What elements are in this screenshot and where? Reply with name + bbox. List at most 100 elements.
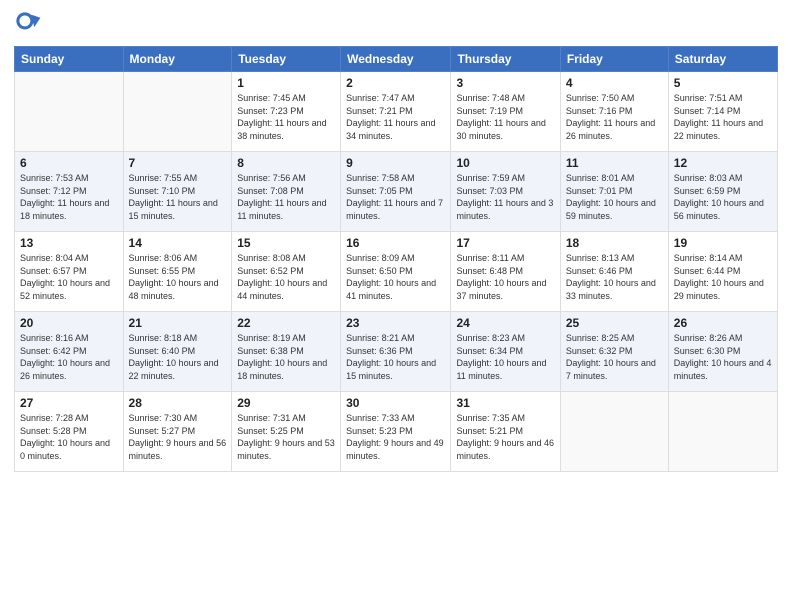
header [14,10,778,38]
day-number: 4 [566,76,663,90]
day-info: Sunrise: 8:03 AM Sunset: 6:59 PM Dayligh… [674,172,772,222]
calendar-cell [123,72,232,152]
day-number: 18 [566,236,663,250]
main-container: SundayMondayTuesdayWednesdayThursdayFrid… [0,0,792,482]
calendar-cell: 27 Sunrise: 7:28 AM Sunset: 5:28 PM Dayli… [15,392,124,472]
day-number: 21 [129,316,227,330]
calendar-cell: 11 Sunrise: 8:01 AM Sunset: 7:01 PM Dayli… [560,152,668,232]
calendar-cell: 16 Sunrise: 8:09 AM Sunset: 6:50 PM Dayli… [341,232,451,312]
day-number: 11 [566,156,663,170]
calendar-cell: 28 Sunrise: 7:30 AM Sunset: 5:27 PM Dayli… [123,392,232,472]
day-number: 10 [456,156,554,170]
calendar-header-row: SundayMondayTuesdayWednesdayThursdayFrid… [15,47,778,72]
day-info: Sunrise: 8:21 AM Sunset: 6:36 PM Dayligh… [346,332,445,382]
day-number: 5 [674,76,772,90]
calendar-cell: 1 Sunrise: 7:45 AM Sunset: 7:23 PM Daylig… [232,72,341,152]
calendar-cell: 4Sunrise: 7:50 AM Sunset: 7:16 PM Daylig… [560,72,668,152]
calendar-header-friday: Friday [560,47,668,72]
day-info: Sunrise: 8:11 AM Sunset: 6:48 PM Dayligh… [456,252,554,302]
day-number: 1 [237,76,335,90]
calendar-week-row: 1 Sunrise: 7:45 AM Sunset: 7:23 PM Daylig… [15,72,778,152]
day-info: Sunrise: 7:48 AM Sunset: 7:19 PM Dayligh… [456,92,554,142]
calendar-week-row: 13 Sunrise: 8:04 AM Sunset: 6:57 PM Dayli… [15,232,778,312]
calendar-cell: 21Sunrise: 8:18 AM Sunset: 6:40 PM Dayli… [123,312,232,392]
day-info: Sunrise: 8:19 AM Sunset: 6:38 PM Dayligh… [237,332,335,382]
day-number: 13 [20,236,118,250]
calendar-cell: 18 Sunrise: 8:13 AM Sunset: 6:46 PM Dayli… [560,232,668,312]
day-number: 15 [237,236,335,250]
calendar-cell: 5 Sunrise: 7:51 AM Sunset: 7:14 PM Daylig… [668,72,777,152]
day-number: 17 [456,236,554,250]
calendar-cell: 2Sunrise: 7:47 AM Sunset: 7:21 PM Daylig… [341,72,451,152]
day-number: 12 [674,156,772,170]
calendar-cell: 19 Sunrise: 8:14 AM Sunset: 6:44 PM Dayli… [668,232,777,312]
calendar-table: SundayMondayTuesdayWednesdayThursdayFrid… [14,46,778,472]
day-info: Sunrise: 8:25 AM Sunset: 6:32 PM Dayligh… [566,332,663,382]
day-info: Sunrise: 8:13 AM Sunset: 6:46 PM Dayligh… [566,252,663,302]
calendar-cell: 6 Sunrise: 7:53 AM Sunset: 7:12 PM Daylig… [15,152,124,232]
calendar-cell: 13 Sunrise: 8:04 AM Sunset: 6:57 PM Dayli… [15,232,124,312]
day-info: Sunrise: 8:08 AM Sunset: 6:52 PM Dayligh… [237,252,335,302]
calendar-header-tuesday: Tuesday [232,47,341,72]
calendar-cell: 7 Sunrise: 7:55 AM Sunset: 7:10 PM Daylig… [123,152,232,232]
calendar-cell: 26 Sunrise: 8:26 AM Sunset: 6:30 PM Dayli… [668,312,777,392]
calendar-cell: 20Sunrise: 8:16 AM Sunset: 6:42 PM Dayli… [15,312,124,392]
day-number: 25 [566,316,663,330]
calendar-cell: 30 Sunrise: 7:33 AM Sunset: 5:23 PM Dayli… [341,392,451,472]
day-info: Sunrise: 7:55 AM Sunset: 7:10 PM Dayligh… [129,172,227,222]
logo [14,10,44,38]
day-number: 9 [346,156,445,170]
calendar-cell: 8Sunrise: 7:56 AM Sunset: 7:08 PM Daylig… [232,152,341,232]
calendar-week-row: 20Sunrise: 8:16 AM Sunset: 6:42 PM Dayli… [15,312,778,392]
calendar-week-row: 6 Sunrise: 7:53 AM Sunset: 7:12 PM Daylig… [15,152,778,232]
calendar-header-monday: Monday [123,47,232,72]
calendar-cell: 17 Sunrise: 8:11 AM Sunset: 6:48 PM Dayli… [451,232,560,312]
day-info: Sunrise: 8:09 AM Sunset: 6:50 PM Dayligh… [346,252,445,302]
day-number: 8 [237,156,335,170]
calendar-cell: 25 Sunrise: 8:25 AM Sunset: 6:32 PM Dayli… [560,312,668,392]
calendar-header-sunday: Sunday [15,47,124,72]
calendar-cell: 22 Sunrise: 8:19 AM Sunset: 6:38 PM Dayli… [232,312,341,392]
day-info: Sunrise: 7:53 AM Sunset: 7:12 PM Dayligh… [20,172,118,222]
day-info: Sunrise: 7:51 AM Sunset: 7:14 PM Dayligh… [674,92,772,142]
day-number: 3 [456,76,554,90]
day-info: Sunrise: 8:01 AM Sunset: 7:01 PM Dayligh… [566,172,663,222]
day-info: Sunrise: 8:26 AM Sunset: 6:30 PM Dayligh… [674,332,772,382]
calendar-cell: 29Sunrise: 7:31 AM Sunset: 5:25 PM Dayli… [232,392,341,472]
day-number: 6 [20,156,118,170]
calendar-cell [668,392,777,472]
day-info: Sunrise: 8:06 AM Sunset: 6:55 PM Dayligh… [129,252,227,302]
day-info: Sunrise: 8:23 AM Sunset: 6:34 PM Dayligh… [456,332,554,382]
day-number: 16 [346,236,445,250]
day-number: 29 [237,396,335,410]
day-info: Sunrise: 7:28 AM Sunset: 5:28 PM Dayligh… [20,412,118,462]
logo-icon [14,10,42,38]
calendar-cell: 15 Sunrise: 8:08 AM Sunset: 6:52 PM Dayli… [232,232,341,312]
day-number: 28 [129,396,227,410]
day-info: Sunrise: 7:30 AM Sunset: 5:27 PM Dayligh… [129,412,227,462]
day-number: 23 [346,316,445,330]
calendar-cell [15,72,124,152]
day-info: Sunrise: 8:16 AM Sunset: 6:42 PM Dayligh… [20,332,118,382]
calendar-cell: 14 Sunrise: 8:06 AM Sunset: 6:55 PM Dayli… [123,232,232,312]
day-number: 14 [129,236,227,250]
calendar-header-saturday: Saturday [668,47,777,72]
day-info: Sunrise: 7:45 AM Sunset: 7:23 PM Dayligh… [237,92,335,142]
day-info: Sunrise: 8:04 AM Sunset: 6:57 PM Dayligh… [20,252,118,302]
calendar-cell: 23 Sunrise: 8:21 AM Sunset: 6:36 PM Dayli… [341,312,451,392]
day-number: 19 [674,236,772,250]
calendar-cell: 31Sunrise: 7:35 AM Sunset: 5:21 PM Dayli… [451,392,560,472]
day-info: Sunrise: 8:14 AM Sunset: 6:44 PM Dayligh… [674,252,772,302]
day-info: Sunrise: 7:35 AM Sunset: 5:21 PM Dayligh… [456,412,554,462]
day-info: Sunrise: 7:33 AM Sunset: 5:23 PM Dayligh… [346,412,445,462]
calendar-week-row: 27 Sunrise: 7:28 AM Sunset: 5:28 PM Dayli… [15,392,778,472]
day-number: 26 [674,316,772,330]
day-number: 22 [237,316,335,330]
day-number: 7 [129,156,227,170]
calendar-header-thursday: Thursday [451,47,560,72]
day-number: 30 [346,396,445,410]
calendar-cell: 24Sunrise: 8:23 AM Sunset: 6:34 PM Dayli… [451,312,560,392]
calendar-cell: 10Sunrise: 7:59 AM Sunset: 7:03 PM Dayli… [451,152,560,232]
day-number: 27 [20,396,118,410]
day-info: Sunrise: 7:47 AM Sunset: 7:21 PM Dayligh… [346,92,445,142]
